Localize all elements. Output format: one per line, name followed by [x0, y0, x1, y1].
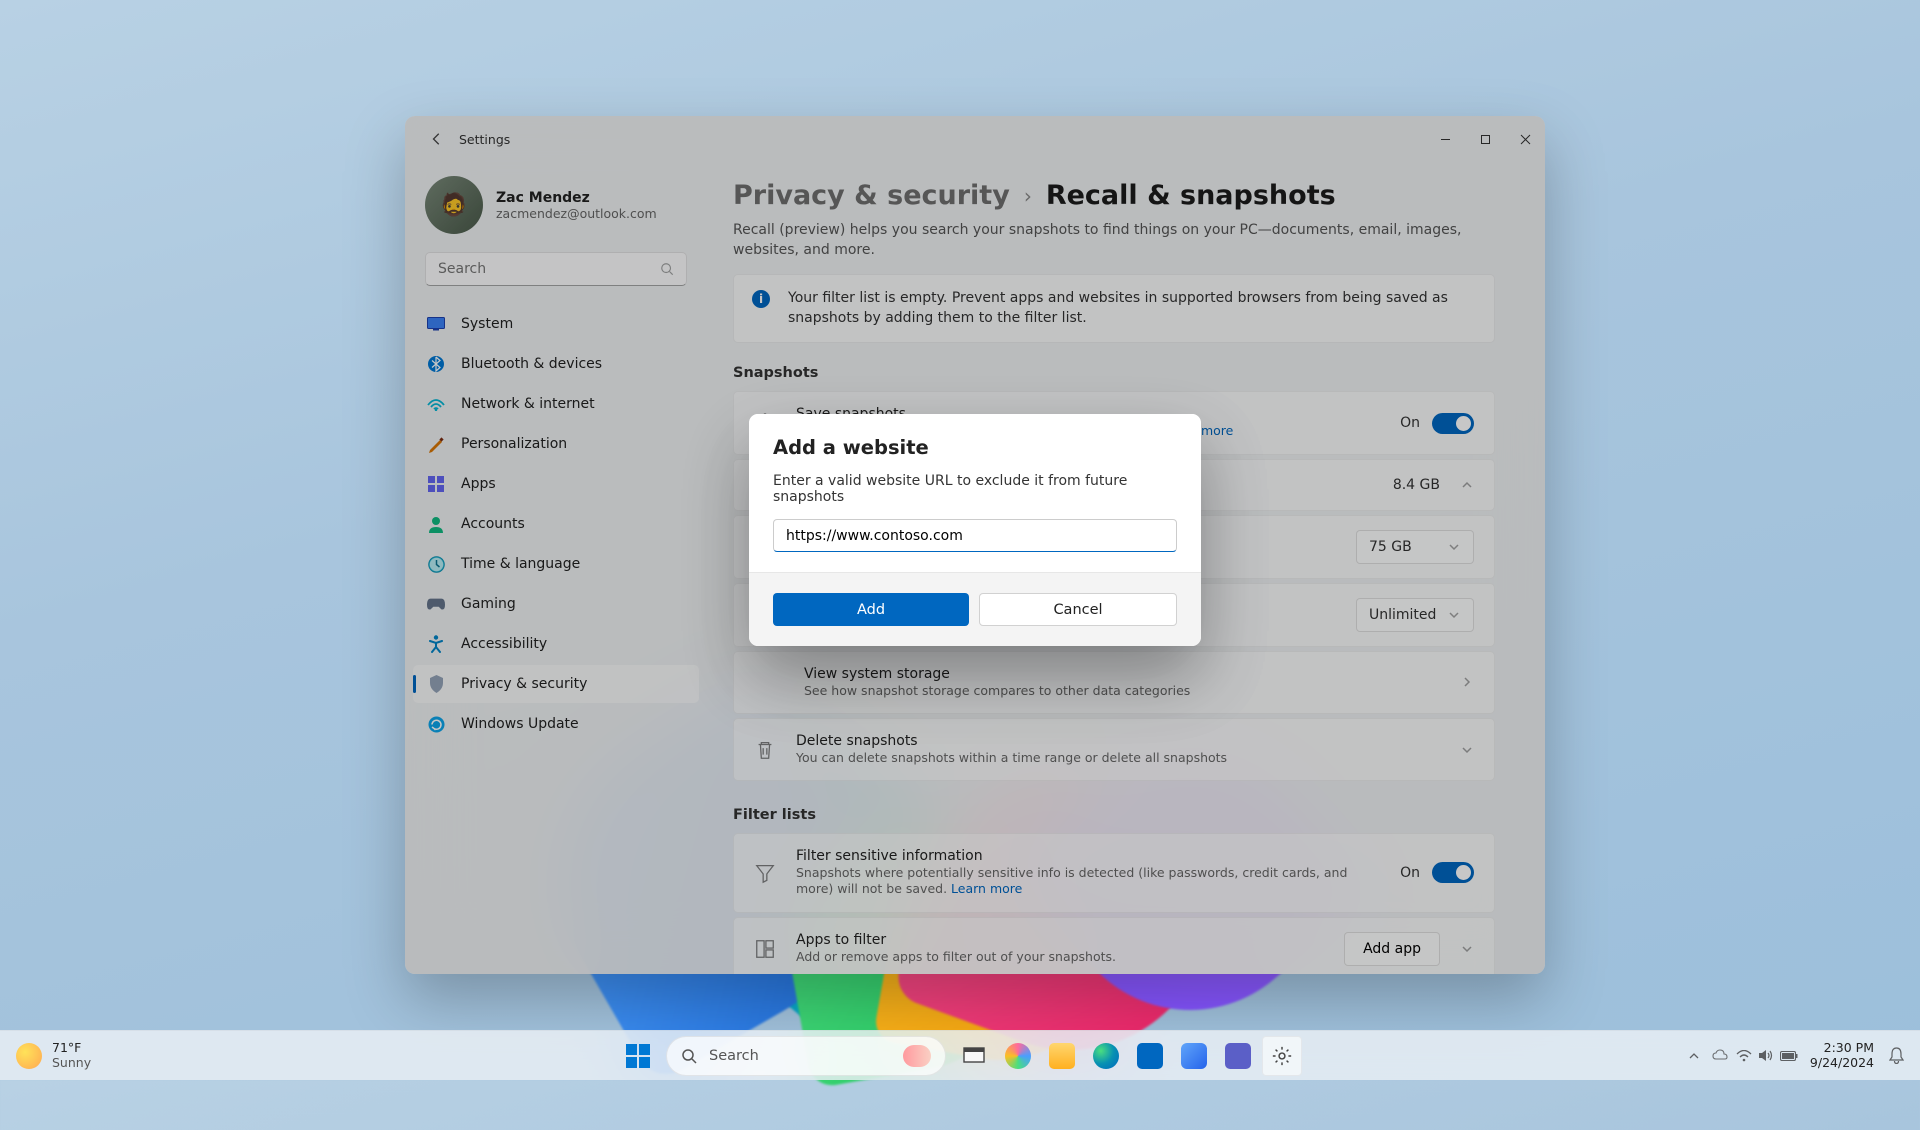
dialog-description: Enter a valid website URL to exclude it … [773, 473, 1177, 505]
gear-icon [1271, 1045, 1293, 1067]
taskbar-clock[interactable]: 2:30 PM 9/24/2024 [1802, 1041, 1882, 1070]
tray-onedrive-icon[interactable] [1708, 1036, 1732, 1076]
app-button-1[interactable] [1174, 1036, 1214, 1076]
taskbar: 71°F Sunny Search 2:30 PM 9/24/2024 [0, 1030, 1920, 1080]
dialog-title: Add a website [773, 436, 1177, 459]
copilot-button[interactable] [998, 1036, 1038, 1076]
weather-icon [16, 1043, 42, 1069]
cancel-button[interactable]: Cancel [979, 593, 1177, 626]
weather-temp: 71°F [52, 1041, 91, 1055]
dialog-scrim: Add a website Enter a valid website URL … [405, 116, 1545, 974]
tray-wifi-icon[interactable] [1734, 1036, 1754, 1076]
search-highlight-icon [903, 1045, 931, 1067]
app-icon [1181, 1043, 1207, 1069]
file-explorer-button[interactable] [1042, 1036, 1082, 1076]
task-view-button[interactable] [954, 1036, 994, 1076]
edge-icon [1093, 1043, 1119, 1069]
tray-expand-button[interactable] [1682, 1036, 1706, 1076]
weather-condition: Sunny [52, 1056, 91, 1070]
store-icon [1137, 1043, 1163, 1069]
system-tray: 2:30 PM 9/24/2024 [1682, 1036, 1920, 1076]
clock-time: 2:30 PM [1824, 1041, 1874, 1055]
weather-widget[interactable]: 71°F Sunny [0, 1041, 107, 1070]
copilot-icon [1005, 1043, 1031, 1069]
settings-taskbar-button[interactable] [1262, 1036, 1302, 1076]
settings-window: Settings 🧔 Zac Mendez zacmendez@outlook.… [405, 116, 1545, 974]
clock-date: 9/24/2024 [1810, 1056, 1874, 1070]
website-url-input[interactable] [773, 519, 1177, 552]
folder-icon [1049, 1043, 1075, 1069]
teams-button[interactable] [1218, 1036, 1258, 1076]
task-view-icon [963, 1047, 985, 1065]
windows-logo-icon [626, 1044, 650, 1068]
add-website-dialog: Add a website Enter a valid website URL … [749, 414, 1201, 646]
taskbar-search[interactable]: Search [666, 1036, 946, 1076]
add-button[interactable]: Add [773, 593, 969, 626]
teams-icon [1225, 1043, 1251, 1069]
start-button[interactable] [618, 1036, 658, 1076]
store-button[interactable] [1130, 1036, 1170, 1076]
tray-battery-icon[interactable] [1778, 1036, 1800, 1076]
notifications-button[interactable] [1884, 1036, 1908, 1076]
taskbar-center: Search [618, 1036, 1302, 1076]
edge-button[interactable] [1086, 1036, 1126, 1076]
search-icon [681, 1048, 697, 1064]
tray-volume-icon[interactable] [1756, 1036, 1776, 1076]
